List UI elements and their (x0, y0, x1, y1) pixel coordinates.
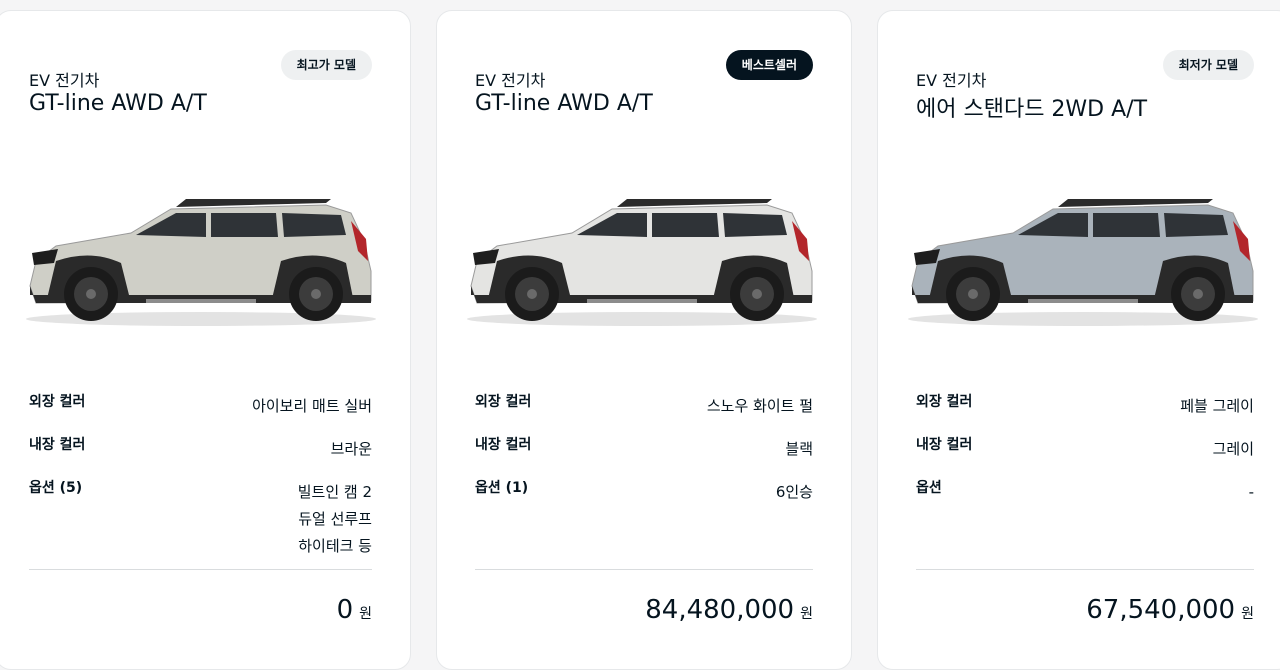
option-item: 하이테크 등 (298, 537, 372, 555)
option-item: - (1248, 483, 1254, 501)
divider (29, 569, 372, 570)
interior-color-value: 블랙 (785, 440, 813, 458)
exterior-color-label: 외장 컬러 (475, 394, 532, 410)
car-image (467, 199, 817, 326)
exterior-color-value: 아이보리 매트 실버 (252, 397, 372, 415)
options-list: 6인승 (776, 479, 813, 506)
exterior-color-value: 페블 그레이 (1180, 397, 1254, 415)
trim-card-1[interactable]: EV 전기차 GT-line AWD A/T 최고가 모델 외장 컬러 아이보리… (0, 10, 411, 670)
interior-color-label: 내장 컬러 (916, 437, 973, 453)
category-label: EV 전기차 (29, 71, 100, 90)
status-badge: 최고가 모델 (280, 50, 372, 80)
options-list: 빌트인 캠 2 듀얼 선루프 하이테크 등 (298, 479, 372, 560)
car-image (908, 199, 1258, 326)
price-value: 84,480,000 (645, 595, 795, 625)
exterior-color-label: 외장 컬러 (29, 394, 86, 410)
option-item: 6인승 (775, 483, 813, 501)
status-badge: 베스트셀러 (725, 50, 813, 80)
price-unit: 원 (359, 606, 372, 622)
car-image (26, 199, 376, 326)
divider (475, 569, 813, 570)
model-name: 에어 스탠다드 2WD A/T (916, 97, 1148, 122)
model-name: GT-line AWD A/T (29, 91, 207, 116)
exterior-color-label: 외장 컬러 (916, 394, 973, 410)
exterior-color-value: 스노우 화이트 펄 (706, 397, 813, 415)
price-value: 67,540,000 (1086, 595, 1236, 625)
price-unit: 원 (1241, 606, 1254, 622)
price-value: 0 (336, 595, 354, 625)
interior-color-label: 내장 컬러 (29, 437, 86, 453)
price: 84,480,000 원 (645, 595, 813, 625)
price: 67,540,000 원 (1086, 595, 1254, 625)
interior-color-label: 내장 컬러 (475, 437, 532, 453)
options-list: - (1249, 479, 1254, 506)
status-badge: 최저가 모델 (1162, 50, 1254, 80)
divider (916, 569, 1254, 570)
model-name: GT-line AWD A/T (475, 91, 653, 116)
category-label: EV 전기차 (475, 71, 546, 90)
options-label: 옵션 (1) (475, 480, 529, 496)
trim-card-3[interactable]: EV 전기차 에어 스탠다드 2WD A/T 최저가 모델 외장 컬러 페블 그… (877, 10, 1280, 670)
options-label: 옵션 (5) (29, 480, 83, 496)
options-label: 옵션 (916, 480, 942, 496)
category-label: EV 전기차 (916, 71, 987, 90)
option-item: 듀얼 선루프 (298, 510, 372, 528)
price: 0원 (337, 595, 372, 625)
trim-card-2[interactable]: EV 전기차 GT-line AWD A/T 베스트셀러 외장 컬러 스노우 화… (436, 10, 852, 670)
interior-color-value: 브라운 (330, 440, 372, 458)
price-unit: 원 (800, 606, 813, 622)
option-item: 빌트인 캠 2 (297, 483, 372, 501)
interior-color-value: 그레이 (1212, 440, 1254, 458)
